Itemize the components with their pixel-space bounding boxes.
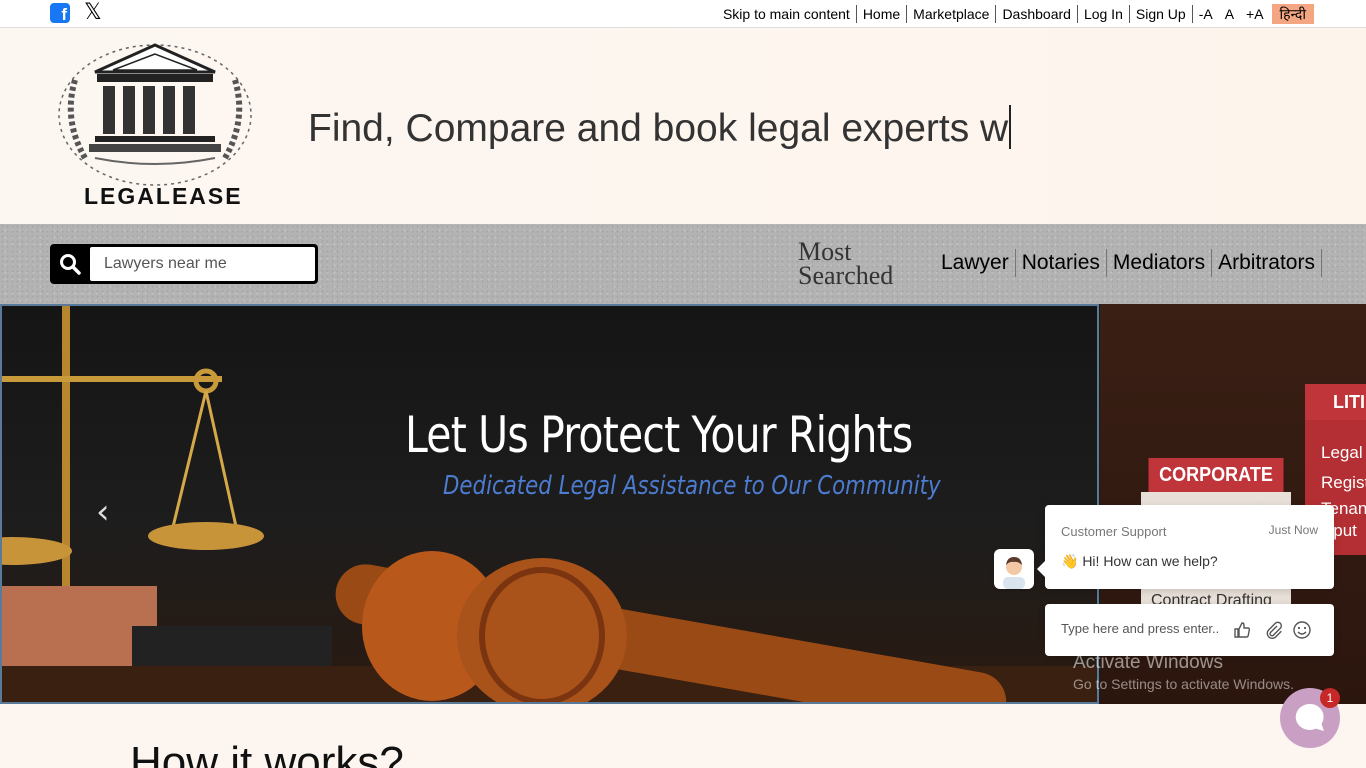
agent-avatar-icon <box>1003 557 1025 589</box>
font-reset-button[interactable]: A <box>1219 5 1240 23</box>
typing-caret <box>1009 105 1012 149</box>
support-agent-avatar <box>994 549 1034 589</box>
search-input[interactable] <box>90 247 315 281</box>
home-link[interactable]: Home <box>857 5 908 23</box>
site-header: LEGALEASE Find, Compare and book legal e… <box>0 28 1366 224</box>
corporate-law-badge: CORPORATE LAW <box>1148 458 1284 520</box>
category-lawyer[interactable]: Lawyer <box>935 249 1016 277</box>
tagline-text: Find, Compare and book legal experts w <box>308 107 1009 150</box>
font-decrease-button[interactable]: -A <box>1193 5 1219 23</box>
slide-title: Let Us Protect Your Rights <box>405 406 913 464</box>
chat-message-bubble: Customer Support Just Now 👋 Hi! How can … <box>1037 505 1334 589</box>
social-links: f 𝕏 <box>50 2 106 24</box>
chat-timestamp: Just Now <box>1268 523 1318 537</box>
marketplace-link[interactable]: Marketplace <box>907 5 997 23</box>
category-mediators[interactable]: Mediators <box>1107 249 1213 277</box>
most-searched-line2: Searched <box>798 261 894 290</box>
language-toggle[interactable]: हिन्दी <box>1271 4 1314 24</box>
slide-subtitle: Dedicated Legal Assistance to Our Commun… <box>443 471 941 501</box>
skip-to-main-link[interactable]: Skip to main content <box>717 5 857 23</box>
search-box <box>50 244 318 284</box>
litigation-item: Legal N <box>1321 443 1366 462</box>
logo-text: LEGALEASE <box>84 183 243 209</box>
chat-message-text: 👋 Hi! How can we help? <box>1061 553 1218 569</box>
most-searched-list: Lawyer Notaries Mediators Arbitrators <box>935 249 1322 277</box>
category-arbitrators[interactable]: Arbitrators <box>1212 249 1322 277</box>
carousel-slide-active: Let Us Protect Your Rights Dedicated Leg… <box>0 304 1099 704</box>
most-searched-label: Most Searched <box>798 239 894 290</box>
login-link[interactable]: Log In <box>1078 5 1130 23</box>
how-it-works-heading: How it works? <box>130 738 404 768</box>
top-nav: Skip to main content Home Marketplace Da… <box>717 4 1314 24</box>
chat-unread-badge: 1 <box>1320 688 1340 708</box>
dashboard-link[interactable]: Dashboard <box>996 5 1078 23</box>
litigation-badge: LITI <box>1305 384 1366 420</box>
attachment-icon[interactable] <box>1263 620 1283 640</box>
search-icon[interactable] <box>58 252 82 276</box>
hero-tagline: Find, Compare and book legal experts w <box>308 105 1012 151</box>
category-notaries[interactable]: Notaries <box>1016 249 1107 277</box>
chat-input-bar <box>1045 604 1334 656</box>
carousel-prev-icon[interactable]: ‹ <box>96 492 110 532</box>
font-increase-button[interactable]: +A <box>1240 5 1270 23</box>
search-band: Most Searched Lawyer Notaries Mediators … <box>0 224 1366 304</box>
windows-watermark-subtitle: Go to Settings to activate Windows. <box>1073 676 1294 692</box>
thumbs-up-icon[interactable] <box>1232 620 1252 640</box>
chat-input-field[interactable] <box>1061 621 1221 636</box>
emoji-icon[interactable] <box>1292 620 1312 640</box>
signup-link[interactable]: Sign Up <box>1130 5 1193 23</box>
scales-gavel-image <box>2 306 1097 702</box>
x-icon[interactable]: 𝕏 <box>84 2 106 24</box>
facebook-icon[interactable]: f <box>50 3 70 23</box>
litigation-item: Regist <box>1321 473 1366 492</box>
top-bar: f 𝕏 Skip to main content Home Marketplac… <box>0 0 1366 28</box>
chat-agent-name: Customer Support <box>1061 524 1167 539</box>
